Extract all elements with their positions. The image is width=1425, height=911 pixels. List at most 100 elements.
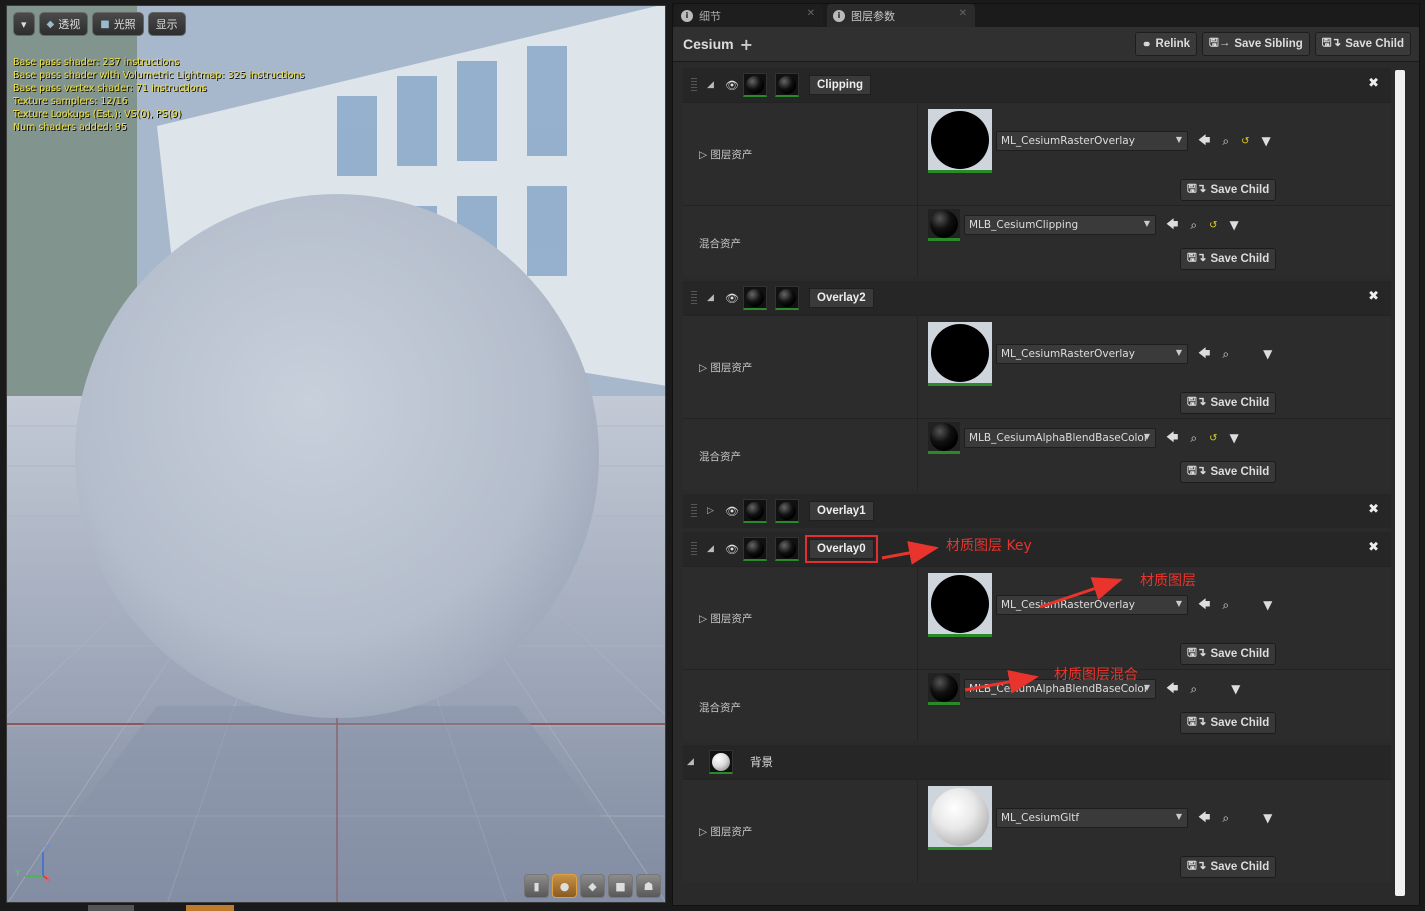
details-icon: i (681, 9, 693, 22)
filter-icon[interactable]: ▼ (1263, 598, 1272, 612)
layer-header[interactable]: ◢ 👁 Overlay2 ✖ (683, 281, 1391, 315)
collapse-arrow-icon[interactable]: ◢ (687, 757, 701, 767)
drag-handle-icon[interactable] (691, 291, 697, 305)
filter-icon[interactable]: ▼ (1263, 811, 1272, 825)
blend-thumbnail (775, 499, 799, 523)
tab-layer-parameters[interactable]: i 图层参数 ✕ (827, 4, 975, 27)
close-icon[interactable]: ✕ (807, 8, 815, 19)
layer-thumbnail (709, 750, 733, 774)
drag-handle-icon[interactable] (691, 78, 697, 92)
use-selected-arrow-icon[interactable]: 🡄 (1166, 215, 1178, 236)
cube-preview-button[interactable]: ■ (608, 874, 633, 898)
use-selected-arrow-icon[interactable]: 🡄 (1198, 344, 1210, 365)
save-child-button[interactable]: 🖫↴ Save Child (1180, 712, 1277, 734)
use-selected-arrow-icon[interactable]: 🡄 (1166, 428, 1178, 449)
expand-arrow-icon[interactable]: ▷ (699, 826, 707, 838)
tab-details[interactable]: i 细节 ✕ (675, 4, 823, 27)
layer-asset-combo[interactable]: ML_CesiumGltf ▼ (996, 808, 1188, 828)
layer-header[interactable]: ◢ 背景 (683, 745, 1391, 779)
collapse-arrow-icon[interactable]: ◢ (707, 544, 721, 554)
save-child-button[interactable]: 🖫↴ Save Child (1180, 392, 1277, 414)
blend-asset-combo[interactable]: MLB_CesiumAlphaBlendBaseColor ▼ (964, 428, 1156, 448)
browse-search-icon[interactable]: ⌕ (1222, 811, 1229, 826)
save-child-button[interactable]: 🖫↴ Save Child (1180, 461, 1277, 483)
visibility-eye-icon[interactable]: 👁 (721, 79, 743, 92)
layer-name[interactable]: Overlay1 (809, 501, 874, 521)
save-icon: 🖫↴ (1187, 182, 1207, 195)
use-selected-arrow-icon[interactable]: 🡄 (1166, 679, 1178, 700)
expand-arrow-icon[interactable]: ▷ (707, 506, 721, 516)
layer-asset-label[interactable]: ▷ 图层资产 (699, 147, 752, 162)
use-selected-arrow-icon[interactable]: 🡄 (1198, 808, 1210, 829)
layer-header[interactable]: ▷ 👁 Overlay1 ✖ (683, 494, 1391, 528)
layer-name[interactable]: Clipping (809, 75, 871, 95)
visibility-eye-icon[interactable]: 👁 (721, 292, 743, 305)
blend-asset-label: 混合资产 (699, 238, 741, 250)
remove-layer-icon[interactable]: ✖ (1368, 540, 1379, 555)
drag-handle-icon[interactable] (691, 504, 697, 518)
save-sibling-button[interactable]: 🖫→ Save Sibling (1202, 32, 1310, 56)
lit-mode-button[interactable]: ■ 光照 (92, 12, 144, 36)
material-preview-viewport[interactable]: ▾ ◆ 透视 ■ 光照 显示 Base pass shader: 237 instr… (6, 5, 666, 903)
filter-icon[interactable]: ▼ (1230, 218, 1239, 232)
cylinder-preview-button[interactable]: ▮ (524, 874, 549, 898)
show-button[interactable]: 显示 (147, 12, 186, 36)
save-child-button[interactable]: 🖫↴ Save Child (1314, 32, 1411, 56)
blend-asset-combo[interactable]: MLB_CesiumClipping ▼ (964, 215, 1156, 235)
save-child-button[interactable]: 🖫↴ Save Child (1180, 856, 1277, 878)
link-icon: ⚭ (1141, 39, 1152, 51)
visibility-eye-icon[interactable]: 👁 (721, 505, 743, 518)
reset-icon[interactable]: ↺ (1241, 136, 1249, 147)
collapse-arrow-icon[interactable]: ◢ (707, 80, 721, 90)
use-selected-arrow-icon[interactable]: 🡄 (1198, 131, 1210, 152)
shader-stats: Base pass shader: 237 instructions Base … (13, 56, 304, 134)
browse-search-icon[interactable]: ⌕ (1190, 431, 1197, 446)
browse-search-icon[interactable]: ⌕ (1222, 134, 1229, 149)
blend-thumbnail (775, 286, 799, 310)
layer-header[interactable]: ◢ 👁 Overlay0 ✖ (683, 532, 1391, 566)
mesh-preview-button[interactable]: ☗ (636, 874, 661, 898)
save-child-button[interactable]: 🖫↴ Save Child (1180, 179, 1277, 201)
remove-layer-icon[interactable]: ✖ (1368, 502, 1379, 517)
reset-icon[interactable]: ↺ (1209, 220, 1217, 231)
filter-icon[interactable]: ▼ (1230, 431, 1239, 445)
expand-arrow-icon[interactable]: ▷ (699, 362, 707, 374)
layer-asset-label[interactable]: ▷ 图层资产 (699, 611, 752, 626)
drag-handle-icon[interactable] (691, 542, 697, 556)
panel-scrollbar[interactable] (1395, 70, 1405, 896)
filter-icon[interactable]: ▼ (1231, 682, 1240, 696)
use-selected-arrow-icon[interactable]: 🡄 (1198, 595, 1210, 616)
layer-asset-label[interactable]: ▷ 图层资产 (699, 360, 752, 375)
reset-icon[interactable]: ↺ (1209, 433, 1217, 444)
filter-icon[interactable]: ▼ (1262, 134, 1271, 148)
browse-search-icon[interactable]: ⌕ (1222, 598, 1229, 613)
layer-asset-combo[interactable]: ML_CesiumRasterOverlay ▼ (996, 131, 1188, 151)
remove-layer-icon[interactable]: ✖ (1368, 289, 1379, 304)
layer-name[interactable]: Overlay0 (805, 535, 878, 563)
collapse-arrow-icon[interactable]: ◢ (707, 293, 721, 303)
remove-layer-icon[interactable]: ✖ (1368, 76, 1379, 91)
layer-name[interactable]: Overlay2 (809, 288, 874, 308)
layer-asset-combo[interactable]: ML_CesiumRasterOverlay ▼ (996, 344, 1188, 364)
expand-arrow-icon[interactable]: ▷ (699, 613, 707, 625)
filter-icon[interactable]: ▼ (1263, 347, 1272, 361)
browse-search-icon[interactable]: ⌕ (1190, 218, 1197, 233)
plane-preview-button[interactable]: ◆ (580, 874, 605, 898)
save-child-button[interactable]: 🖫↴ Save Child (1180, 248, 1277, 270)
layer-asset-label[interactable]: ▷ 图层资产 (699, 824, 752, 839)
perspective-label: 透视 (58, 18, 81, 31)
save-child-button[interactable]: 🖫↴ Save Child (1180, 643, 1277, 665)
cube-icon: ■ (100, 18, 110, 30)
browse-search-icon[interactable]: ⌕ (1222, 347, 1229, 362)
layer-asset-combo[interactable]: ML_CesiumRasterOverlay ▼ (996, 595, 1188, 615)
browse-search-icon[interactable]: ⌕ (1190, 682, 1197, 697)
relink-button[interactable]: ⚭ Relink (1134, 32, 1198, 56)
expand-arrow-icon[interactable]: ▷ (699, 149, 707, 161)
add-layer-icon[interactable]: + (740, 35, 753, 54)
close-icon[interactable]: ✕ (959, 8, 967, 19)
visibility-eye-icon[interactable]: 👁 (721, 543, 743, 556)
viewport-options-button[interactable]: ▾ (13, 12, 35, 36)
layer-header[interactable]: ◢ 👁 Clipping ✖ (683, 68, 1391, 102)
perspective-button[interactable]: ◆ 透视 (38, 12, 89, 36)
sphere-preview-button[interactable]: ● (552, 874, 577, 898)
